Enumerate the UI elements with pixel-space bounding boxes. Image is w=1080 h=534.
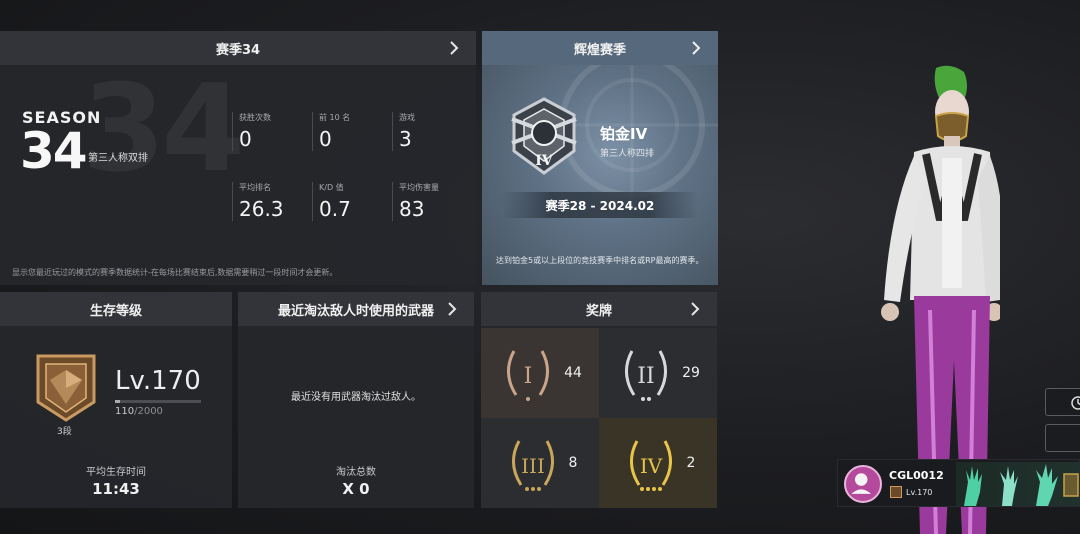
glorious-season-text: 赛季28 - 2024.02 <box>545 198 655 213</box>
medal-tier-1[interactable]: I 44 <box>481 328 599 418</box>
glorious-header-title: 辉煌赛季 <box>573 42 626 58</box>
chevron-right-icon[interactable] <box>446 39 462 57</box>
medal-tier-2[interactable]: II 29 <box>599 328 717 418</box>
stat-avg-damage: 平均伤害量 83 <box>392 182 462 221</box>
stat-top10: 前 10 名 0 <box>312 112 382 151</box>
chevron-right-icon[interactable] <box>444 300 460 318</box>
medal-tier-4[interactable]: IV 2 <box>599 418 717 508</box>
avg-survival-label: 平均生存时间 <box>86 467 146 478</box>
stat-kd: K/D 值 0.7 <box>312 182 382 221</box>
side-action-button-2[interactable] <box>1045 424 1080 452</box>
kills-total-value: X 0 <box>342 480 370 498</box>
medals-header[interactable]: 奖牌 <box>481 292 717 326</box>
season-note: 显示您最近玩过的模式的赛季数据统计-在每场比赛结束后,数据需要稍过一段时间才会更… <box>12 268 338 277</box>
medal-laurel-3-icon: III <box>511 440 554 491</box>
stat-value: 0 <box>239 127 252 151</box>
medals-header-title: 奖牌 <box>585 303 612 319</box>
weapon-header[interactable]: 最近淘汰敌人时使用的武器 <box>238 292 474 326</box>
survival-header-title: 生存等级 <box>89 303 142 319</box>
stat-label: 平均排名 <box>239 183 271 192</box>
zombie-hands-icon <box>964 464 1079 506</box>
xp-current: 110 <box>115 406 135 417</box>
player-card[interactable]: CGL0012 Lv.170 <box>837 459 1080 507</box>
platinum-rank-badge-icon: IV <box>504 93 584 179</box>
player-name: CGL0012 <box>889 469 944 482</box>
rank-title: 铂金IV <box>600 125 648 143</box>
xp-progress-bar <box>115 400 201 403</box>
stat-label: K/D 值 <box>319 183 344 192</box>
medal-count: 2 <box>686 455 696 471</box>
season-header-title: 赛季34 <box>215 42 261 58</box>
medal-laurel-1-icon: I <box>507 350 550 401</box>
xp-progress-fill <box>115 400 120 403</box>
chevron-right-icon[interactable] <box>687 300 703 318</box>
medal-count: 44 <box>564 365 582 381</box>
stat-label: 前 10 名 <box>319 113 351 122</box>
medal-tier-3[interactable]: III 8 <box>481 418 599 508</box>
stat-value: 3 <box>399 127 412 151</box>
medals-panel: 奖牌 I 44 II 29 III 8 IV 2 <box>481 292 717 508</box>
glorious-note: 达到铂金5或以上段位的竞技赛季中排名或RP最高的赛季。 <box>496 256 704 265</box>
survival-header: 生存等级 <box>0 292 232 326</box>
stat-label: 游戏 <box>399 113 415 122</box>
medal-count: 29 <box>682 365 700 381</box>
stat-value: 83 <box>399 197 425 221</box>
kills-total-label: 淘汰总数 <box>336 467 376 478</box>
stat-value: 26.3 <box>239 197 284 221</box>
medal-laurel-2-icon: II <box>625 350 668 401</box>
stat-wins: 获胜次数 0 <box>232 112 302 151</box>
rank-mode: 第三人称四排 <box>600 149 655 159</box>
xp-max: /2000 <box>134 406 163 417</box>
stat-value: 0.7 <box>319 197 351 221</box>
svg-text:II: II <box>637 364 654 389</box>
glorious-header[interactable]: 辉煌赛季 <box>482 31 718 65</box>
avg-survival-value: 11:43 <box>92 480 140 498</box>
chevron-right-icon[interactable] <box>688 39 704 57</box>
stat-games: 游戏 3 <box>392 112 462 151</box>
svg-text:IV: IV <box>535 153 554 169</box>
medal-laurel-4-icon: IV <box>629 440 672 491</box>
survival-level: Lv.170 <box>115 366 201 396</box>
season-mode-label: 第三人称双排 <box>88 153 148 164</box>
stat-label: 平均伤害量 <box>399 183 439 192</box>
player-level: Lv.170 <box>906 488 933 497</box>
svg-text:III: III <box>521 454 545 478</box>
survival-tier-badge-icon <box>32 350 100 424</box>
stat-label: 获胜次数 <box>239 113 271 122</box>
survival-tier: 3段 <box>57 427 72 437</box>
avatar <box>844 465 882 503</box>
weapon-empty-message: 最近没有用武器淘汰过敌人。 <box>291 392 421 403</box>
xp-readout: 110/2000 <box>115 406 163 417</box>
svg-text:I: I <box>524 364 533 389</box>
tier-badge-icon <box>890 486 902 498</box>
weapon-header-title: 最近淘汰敌人时使用的武器 <box>277 303 434 319</box>
season-number: 34 <box>20 122 88 180</box>
glorious-season-panel[interactable]: 辉煌赛季 IV 铂金IV 第三人称四排 赛季28 - 2024.02 达到铂金5… <box>482 31 718 285</box>
glorious-season-label: 赛季28 - 2024.02 <box>502 192 698 218</box>
stat-value: 0 <box>319 127 332 151</box>
side-action-button[interactable] <box>1045 388 1080 416</box>
stat-avg-rank: 平均排名 26.3 <box>232 182 302 221</box>
season-watermark-number: 34 <box>82 60 245 199</box>
nameplate-banner <box>956 462 1079 506</box>
medal-count: 8 <box>568 455 578 471</box>
clock-icon <box>1071 396 1080 410</box>
svg-text:IV: IV <box>639 454 662 478</box>
